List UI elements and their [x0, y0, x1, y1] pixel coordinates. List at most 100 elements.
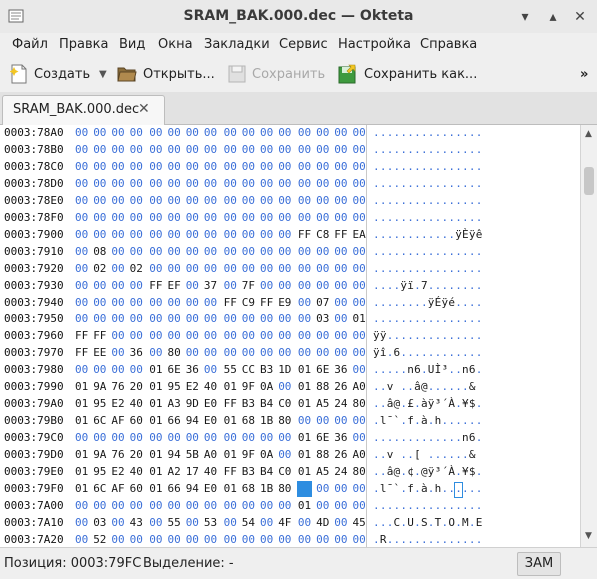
hex-byte[interactable]: 20	[130, 380, 143, 393]
hex-byte[interactable]: 00	[204, 533, 217, 546]
hex-byte[interactable]: 01	[298, 363, 311, 376]
ascii-char[interactable]: ³	[442, 363, 449, 376]
hex-byte[interactable]: B4	[260, 397, 273, 410]
ascii-char[interactable]: .	[407, 380, 414, 393]
ascii-char[interactable]: .	[414, 346, 421, 359]
ascii-char[interactable]: .	[462, 296, 469, 309]
hex-byte[interactable]: 00	[278, 262, 291, 275]
ascii-char[interactable]: .	[394, 279, 401, 292]
hex-byte[interactable]: 01	[224, 448, 237, 461]
ascii-char[interactable]: .	[387, 499, 394, 512]
ascii-char[interactable]: .	[428, 245, 435, 258]
ascii-char[interactable]: M	[462, 516, 469, 529]
ascii-char[interactable]: .	[421, 346, 428, 359]
hex-byte[interactable]: 08	[93, 245, 106, 258]
hex-byte[interactable]: 00	[149, 296, 162, 309]
ascii-char[interactable]: .	[428, 211, 435, 224]
hex-byte[interactable]: 00	[149, 312, 162, 325]
hex-byte[interactable]: 88	[316, 448, 329, 461]
hex-byte[interactable]: 00	[111, 143, 124, 156]
ascii-char[interactable]: .	[421, 296, 428, 309]
hex-byte[interactable]: 00	[111, 312, 124, 325]
hex-byte[interactable]: 00	[224, 126, 237, 139]
hex-byte[interactable]: 01	[149, 448, 162, 461]
hex-byte[interactable]: 00	[168, 143, 181, 156]
hex-byte[interactable]: 00	[75, 533, 88, 546]
ascii-char[interactable]: .	[387, 126, 394, 139]
hex-byte[interactable]: 01	[149, 414, 162, 427]
hex-byte[interactable]: 00	[186, 177, 199, 190]
hex-byte[interactable]: 00	[75, 194, 88, 207]
ascii-char[interactable]: .	[421, 211, 428, 224]
ascii-char[interactable]: .	[435, 431, 442, 444]
ascii-char[interactable]: .	[442, 143, 449, 156]
hex-byte[interactable]: 00	[224, 194, 237, 207]
ascii-char[interactable]: .	[435, 380, 442, 393]
hex-byte[interactable]: 1B	[260, 482, 273, 495]
ascii-char[interactable]: .	[414, 262, 421, 275]
ascii-char[interactable]: ÿ	[400, 279, 407, 292]
hex-byte[interactable]: 54	[242, 516, 255, 529]
hex-byte[interactable]: 00	[168, 245, 181, 258]
hex-byte[interactable]: 00	[278, 312, 291, 325]
ascii-char[interactable]: .	[428, 499, 435, 512]
hex-byte[interactable]: 00	[316, 143, 329, 156]
hex-byte[interactable]: 00	[334, 414, 347, 427]
ascii-char[interactable]: .	[428, 346, 435, 359]
hex-byte[interactable]: 00	[204, 363, 217, 376]
new-dropdown-arrow-icon[interactable]: ▼	[99, 62, 107, 86]
ascii-char[interactable]: .	[400, 160, 407, 173]
hex-byte[interactable]: 00	[260, 431, 273, 444]
ascii-char[interactable]: .	[442, 312, 449, 325]
ascii-char[interactable]: .	[462, 312, 469, 325]
hex-byte[interactable]: 00	[278, 126, 291, 139]
ascii-char[interactable]: ¯	[387, 414, 394, 427]
hex-byte[interactable]: 00	[298, 296, 311, 309]
ascii-char[interactable]: .	[387, 143, 394, 156]
hex-byte[interactable]: 00	[242, 499, 255, 512]
hex-byte[interactable]: 20	[130, 448, 143, 461]
ascii-char[interactable]: .	[428, 516, 435, 529]
ascii-char[interactable]: @	[421, 465, 428, 478]
hex-byte[interactable]: 00	[186, 516, 199, 529]
hex-byte[interactable]: 00	[130, 126, 143, 139]
ascii-char[interactable]: ê	[476, 228, 483, 241]
hex-byte[interactable]: 00	[204, 262, 217, 275]
ascii-char[interactable]: .	[373, 126, 380, 139]
ascii-char[interactable]: .	[407, 312, 414, 325]
ascii-char[interactable]: .	[476, 533, 483, 546]
hex-byte[interactable]: 00	[278, 160, 291, 173]
hex-byte[interactable]: 00	[316, 245, 329, 258]
new-button[interactable]: Создать	[10, 62, 90, 86]
ascii-char[interactable]: .	[400, 346, 407, 359]
ascii-char[interactable]: .	[448, 380, 455, 393]
hex-byte[interactable]: 00	[204, 296, 217, 309]
hex-byte[interactable]: 55	[224, 363, 237, 376]
hex-byte[interactable]: 53	[204, 516, 217, 529]
hex-byte[interactable]: 00	[111, 499, 124, 512]
ascii-char[interactable]: à	[421, 397, 428, 410]
hex-byte[interactable]: 00	[278, 279, 291, 292]
menu-settings[interactable]: Настройка	[338, 37, 411, 52]
ascii-char[interactable]: .	[435, 245, 442, 258]
ascii-char[interactable]: .	[407, 533, 414, 546]
ascii-char[interactable]: .	[476, 482, 483, 495]
ascii-char[interactable]: S	[421, 516, 428, 529]
hex-byte[interactable]: 00	[334, 160, 347, 173]
hex-byte[interactable]: A0	[353, 448, 366, 461]
hex-byte[interactable]: 00	[111, 194, 124, 207]
hex-byte[interactable]: 00	[186, 279, 199, 292]
hex-byte[interactable]: 9A	[93, 380, 106, 393]
hex-byte[interactable]: 00	[334, 499, 347, 512]
hex-byte[interactable]: 00	[186, 296, 199, 309]
hex-byte[interactable]: 00	[298, 126, 311, 139]
ascii-char[interactable]: .	[455, 279, 462, 292]
hex-byte[interactable]: 00	[130, 228, 143, 241]
hex-byte[interactable]: C0	[278, 465, 291, 478]
menu-bookmarks[interactable]: Закладки	[204, 37, 270, 52]
hex-byte[interactable]: 0A	[260, 380, 273, 393]
scroll-up-icon[interactable]: ▲	[585, 129, 592, 139]
menu-windows[interactable]: Окна	[158, 37, 193, 52]
ascii-char[interactable]: .	[421, 533, 428, 546]
hex-byte[interactable]: 00	[130, 533, 143, 546]
